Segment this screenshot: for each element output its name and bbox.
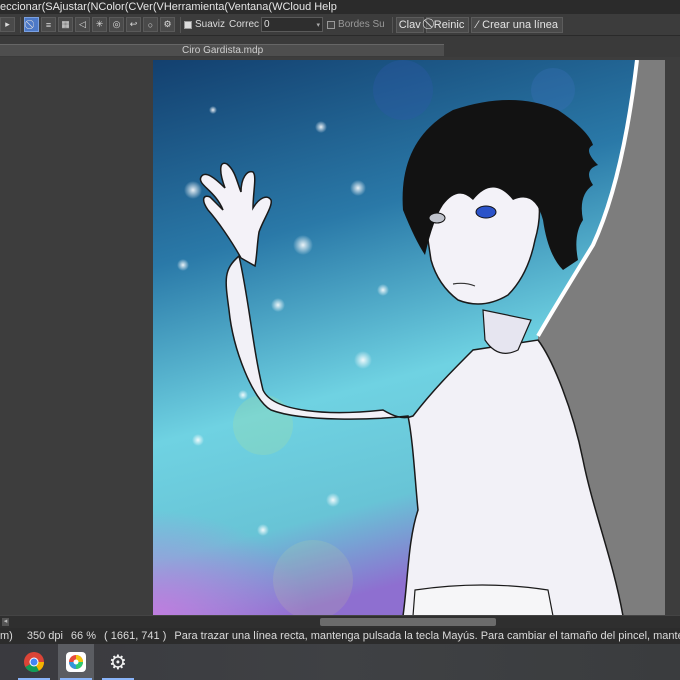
parallel-snap-icon[interactable]: ≡ <box>41 17 56 32</box>
radial-snap-icon[interactable]: ✳ <box>92 17 107 32</box>
smooth-label: Suaviz <box>195 19 226 30</box>
toolbar-divider <box>180 16 181 33</box>
chrome-icon <box>24 652 45 673</box>
status-unit: m) <box>0 630 13 642</box>
perspective-snap-icon[interactable]: ◁ <box>75 17 90 32</box>
clave-label: Clav <box>398 18 421 31</box>
menu-ajustar[interactable]: Ajustar(N <box>53 0 99 14</box>
play-icon[interactable]: ▸ <box>0 17 15 32</box>
menubar: eccionar(S Ajustar(N Color(C Ver(V Herra… <box>0 0 680 14</box>
document-tab[interactable]: Ciro Gardista.mdp <box>0 44 444 56</box>
pants <box>412 584 554 616</box>
tool-options-bar: ▸ ⃠ ≡ ▦ ◁ ✳ ◎ ↩ ○ ⚙ Suaviz Correc 0 ▾ Bo… <box>0 14 680 36</box>
no-snap-icon[interactable]: ⃠ <box>24 17 39 32</box>
taskbar-medibang[interactable] <box>58 644 94 680</box>
smooth-checkbox[interactable]: Suaviz <box>184 19 225 30</box>
correction-label: Correc <box>229 19 260 30</box>
edges-label: Bordes Su <box>338 19 385 30</box>
drawing-canvas[interactable] <box>153 60 665 616</box>
status-bar: m) 350 dpi 66 % ( 1661, 741 ) Para traza… <box>0 628 680 644</box>
document-title: Ciro Gardista.mdp <box>182 45 264 56</box>
settings-snap-icon[interactable]: ⚙ <box>160 17 175 32</box>
status-dpi: 350 dpi <box>26 630 63 642</box>
reset-button[interactable]: ⃠ Reinic <box>425 16 470 33</box>
right-eye <box>475 205 497 219</box>
scrollbar-thumb[interactable] <box>320 618 496 626</box>
edges-checkbox[interactable]: Bordes Su <box>327 19 385 30</box>
menu-herramienta[interactable]: Herramienta( <box>164 0 228 14</box>
menu-help[interactable]: Help <box>314 0 337 14</box>
chevron-down-icon: ▾ <box>316 21 321 29</box>
taskbar: ⚙ <box>0 644 680 680</box>
menu-color[interactable]: Color(C <box>98 0 136 14</box>
checkbox-box <box>327 20 336 29</box>
taskbar-settings[interactable]: ⚙ <box>100 644 136 680</box>
grid-snap-icon[interactable]: ▦ <box>58 17 73 32</box>
menu-cloud[interactable]: Cloud <box>282 0 311 14</box>
correction-select[interactable]: 0 ▾ <box>261 17 324 32</box>
create-line-label: Crear una línea <box>482 18 558 31</box>
curve-snap-icon[interactable]: ↩ <box>126 17 141 32</box>
create-line-button[interactable]: ⁄ Crear una línea <box>471 16 563 33</box>
status-hint: Para trazar una línea recta, mantenga pu… <box>174 630 680 642</box>
checkbox-box <box>184 20 192 29</box>
horizontal-scrollbar[interactable]: ◂ <box>0 615 680 628</box>
taskbar-chrome[interactable] <box>16 644 52 680</box>
left-eye <box>428 212 446 224</box>
correction-value: 0 <box>264 19 270 30</box>
status-coords: ( 1661, 741 ) <box>104 630 167 642</box>
settings-icon: ⚙ <box>109 650 127 674</box>
reset-label: Reinic <box>433 18 465 31</box>
toolbar-divider <box>20 16 21 33</box>
toolbar-divider <box>391 16 393 33</box>
menu-ventana[interactable]: Ventana(W <box>228 0 282 14</box>
menu-seleccionar[interactable]: eccionar(S <box>0 0 53 14</box>
status-zoom: 66 % <box>70 630 96 642</box>
scroll-left-icon[interactable]: ◂ <box>2 618 9 626</box>
artwork <box>153 60 665 616</box>
clave-button[interactable]: Clav <box>395 16 424 33</box>
pencil-icon: ⁄ <box>476 18 479 31</box>
medibang-icon <box>66 652 86 672</box>
menu-ver[interactable]: Ver(V <box>136 0 164 14</box>
concentric-snap-icon[interactable]: ◎ <box>109 17 124 32</box>
circle-snap-icon[interactable]: ○ <box>143 17 158 32</box>
